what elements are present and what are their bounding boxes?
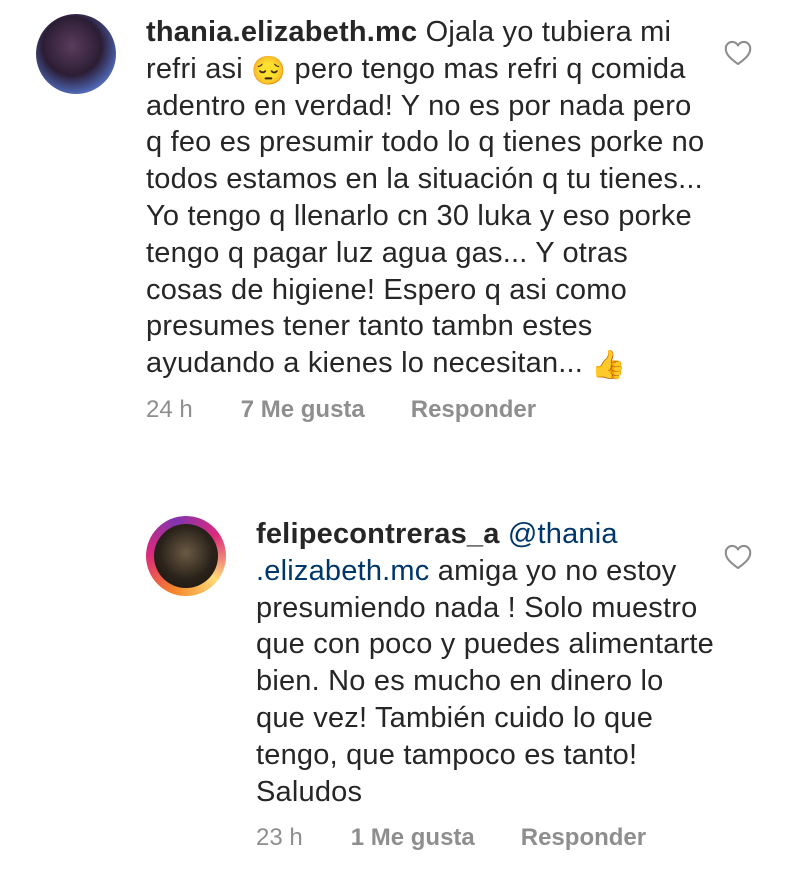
comment-text: felipecontreras_a @thania .elizabeth.mc … (256, 516, 716, 810)
comment-timestamp: 23 h (256, 824, 303, 852)
comment-timestamp: 24 h (146, 395, 193, 423)
reply-button[interactable]: Responder (521, 824, 646, 852)
comment-body: thania.elizabeth.mc Ojala yo tubiera mi … (146, 14, 706, 424)
comment-text-part: amiga yo no estoy presumiendo nada ! Sol… (256, 554, 715, 808)
avatar-image (154, 524, 218, 588)
comment-meta: 23 h 1 Me gusta Responder (256, 824, 716, 852)
avatar[interactable] (146, 516, 226, 596)
heart-outline-icon[interactable] (724, 544, 752, 570)
reply-button[interactable]: Responder (411, 396, 536, 424)
like-count-link[interactable]: 1 Me gusta (351, 824, 475, 852)
comment-body: felipecontreras_a @thania .elizabeth.mc … (256, 516, 716, 852)
comment-meta: 24 h 7 Me gusta Responder (146, 396, 706, 424)
pensive-face-emoji: 😔 (251, 54, 287, 86)
heart-outline-icon[interactable] (724, 40, 752, 66)
comment: thania.elizabeth.mc Ojala yo tubiera mi … (36, 14, 800, 424)
avatar[interactable] (36, 14, 116, 94)
like-count-link[interactable]: 7 Me gusta (241, 396, 365, 424)
comment-text: thania.elizabeth.mc Ojala yo tubiera mi … (146, 14, 706, 382)
comment-username[interactable]: thania.elizabeth.mc (146, 16, 417, 48)
comment-username[interactable]: felipecontreras_a (256, 518, 500, 550)
thumbs-up-emoji: 👍 (591, 349, 627, 381)
reply-comment: felipecontreras_a @thania .elizabeth.mc … (146, 516, 800, 852)
comment-text-part: pero tengo mas refri q comida adentro en… (146, 52, 705, 380)
